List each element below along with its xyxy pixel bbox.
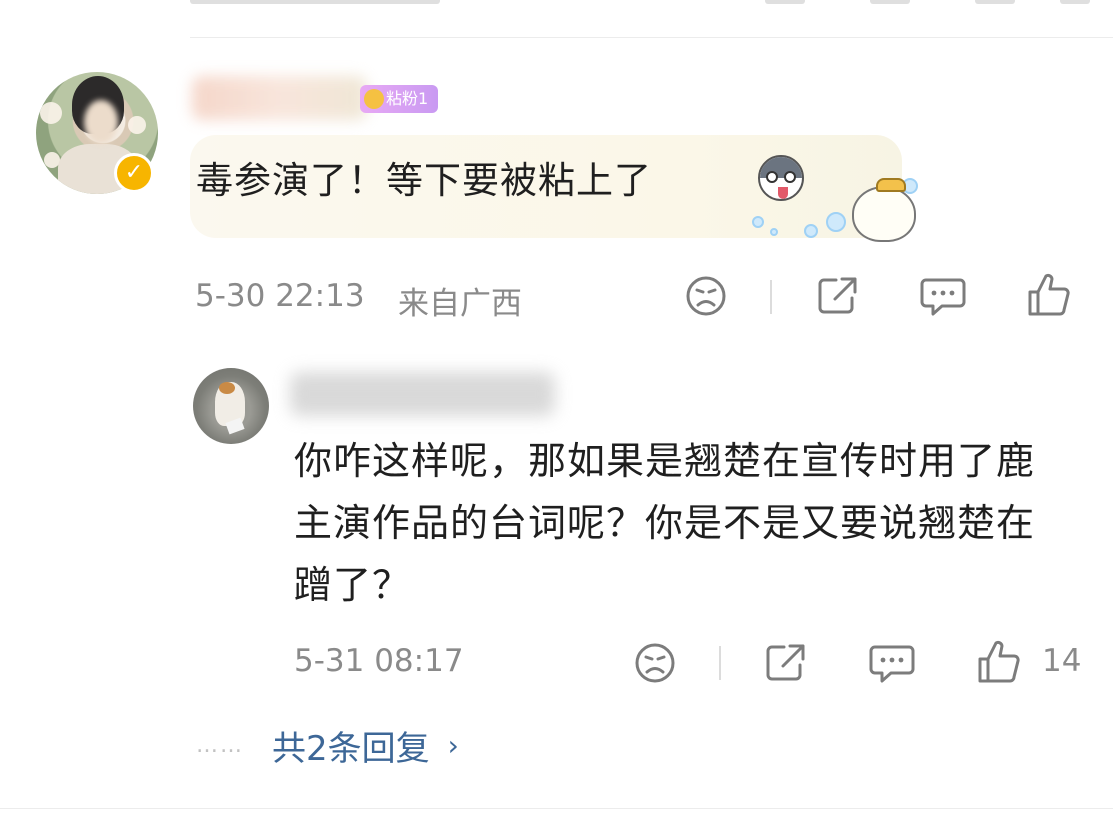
view-more-replies-link[interactable]: …… 共2条回复 › — [196, 720, 459, 770]
action-separator — [770, 280, 772, 314]
more-replies-label: 共2条回复 — [272, 728, 430, 769]
reply-avatar[interactable] — [193, 368, 269, 444]
fan-crown-icon — [364, 89, 384, 109]
reply-timestamp: 5-31 08:17 — [294, 643, 464, 679]
mascot-sticker-icon — [852, 178, 916, 242]
husky-emoji-icon — [758, 155, 804, 201]
comment-icon[interactable] — [920, 276, 966, 318]
dislike-face-icon[interactable] — [684, 274, 728, 318]
verified-badge-icon: ✓ — [114, 153, 154, 193]
comment-divider — [190, 37, 1113, 38]
comment-timestamp: 5-30 22:13 — [195, 278, 365, 314]
username-blurred[interactable] — [192, 76, 367, 120]
like-count: 14 — [1042, 643, 1082, 679]
comment-divider — [0, 808, 1113, 809]
comment-location: 来自广西 — [398, 286, 522, 322]
like-thumb-icon[interactable] — [976, 639, 1022, 685]
chevron-right-icon: › — [447, 728, 459, 762]
comment-icon[interactable] — [869, 643, 915, 685]
reply-username-blurred[interactable] — [290, 372, 555, 416]
comment-text: 毒参演了！等下要被粘上了 — [196, 159, 652, 202]
dislike-face-icon[interactable] — [633, 641, 677, 685]
previous-comment-remnant — [190, 0, 1113, 8]
fan-level-badge: 粘粉1 — [360, 85, 439, 113]
dots-icon: …… — [196, 732, 244, 758]
share-icon[interactable] — [816, 274, 860, 318]
like-thumb-icon[interactable] — [1026, 272, 1072, 318]
reply-text: 你咋这样呢，那如果是翘楚在宣传时用了鹿主演作品的台词呢？你是不是又要说翘楚在蹭了… — [294, 439, 1036, 607]
action-separator — [719, 646, 721, 680]
share-icon[interactable] — [764, 641, 808, 685]
